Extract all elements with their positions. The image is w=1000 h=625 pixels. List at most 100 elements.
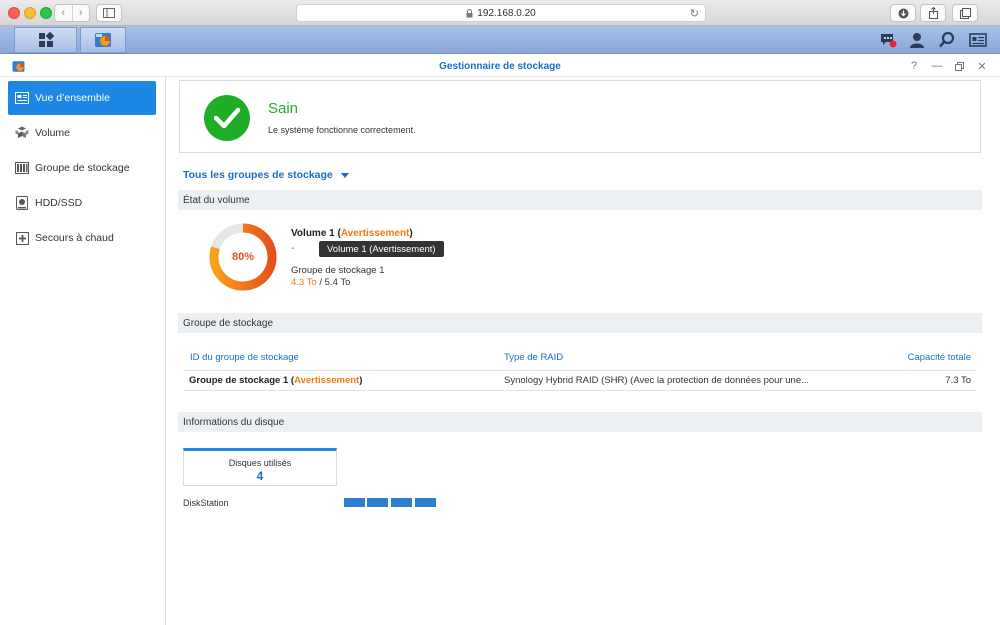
check-icon [204,95,250,141]
pool-selector-dropdown[interactable]: Tous les groupes de stockage [183,169,349,181]
sidebar-toggle-button[interactable] [96,4,122,22]
user-button[interactable] [907,30,927,50]
minimize-button[interactable]: — [930,59,944,73]
download-icon [898,8,908,18]
dsm-taskbar [0,26,1000,54]
main-menu-button[interactable] [14,27,77,53]
column-header-id[interactable]: ID du groupe de stockage [190,345,299,370]
used-disks-label: Disques utilisés [228,458,292,468]
nav-item-hdd-ssd[interactable]: HDD/SSD [8,186,156,220]
close-icon: ✕ [977,60,987,73]
pool-warning-status: Avertissement [294,375,360,386]
volume-capacity: 4.3 To / 5.4 To [291,277,351,288]
disk-slot[interactable] [391,498,412,507]
tabs-icon [959,7,971,19]
section-title: Informations du disque [183,416,285,428]
user-icon [910,33,924,48]
search-button[interactable] [937,30,957,50]
storage-manager-app-icon [95,33,111,47]
chevron-down-icon [340,172,349,178]
raid-type-cell: Synology Hybrid RAID (SHR) (Avec la prot… [504,375,810,386]
disk-slot[interactable] [344,498,365,507]
history-nav: ‹ › [54,4,90,22]
storage-pool-table: ID du groupe de stockage Type de RAID Ca… [183,345,977,391]
system-health-panel: Sain Le système fonctionne correctement. [179,80,981,153]
nav-label: Volume [35,127,71,139]
help-icon: ? [910,60,918,72]
table-header: ID du groupe de stockage Type de RAID Ca… [183,345,977,371]
search-icon [939,31,955,48]
storage-pool-icon [15,161,29,175]
downloads-button[interactable] [890,4,916,22]
disk-slot[interactable] [415,498,436,507]
help-button[interactable]: ? [907,59,921,73]
widgets-button[interactable] [968,30,988,50]
share-icon [928,7,938,19]
column-header-raid[interactable]: Type de RAID [504,345,563,370]
lock-icon [466,8,473,17]
window-zoom-button[interactable] [40,7,52,19]
restore-icon [954,61,964,71]
nav-item-volume[interactable]: Volume [8,116,156,150]
window-titlebar: Gestionnaire de stockage ? — ✕ [0,55,1000,77]
taskbar-storage-manager[interactable] [80,27,126,53]
nav-item-storage-pool[interactable]: Groupe de stockage [8,151,156,185]
nav-label: Secours à chaud [35,232,114,244]
health-status: Sain [268,100,299,117]
notifications-button[interactable] [878,30,898,50]
widgets-icon [969,33,987,47]
main-menu-icon [38,32,54,47]
nav-label: Vue d’ensemble [35,92,110,104]
nav-label: HDD/SSD [35,197,83,209]
url-text: 192.168.0.20 [477,7,536,19]
volume-tooltip: Volume 1 (Avertissement) [319,241,444,257]
volume-total: 5.4 To [324,277,351,288]
window-minimize-button[interactable] [24,7,36,19]
volume-name[interactable]: Volume 1 (Avertissement) [291,228,413,239]
table-row[interactable]: Groupe de stockage 1 (Avertissement) Syn… [183,371,977,391]
minimize-icon: — [931,60,943,72]
nav-item-hot-spare[interactable]: Secours à chaud [8,221,156,255]
used-disks-count: 4 [256,469,264,483]
chevron-right-icon: › [78,7,83,19]
hdd-icon [15,196,29,210]
notification-icon [881,34,897,48]
pool-selector-label: Tous les groupes de stockage [183,169,333,181]
volume-used: 4.3 To [291,277,317,288]
chevron-left-icon: ‹ [61,7,66,19]
section-header-volume-status: État du volume [178,190,982,210]
close-button[interactable]: ✕ [975,59,989,73]
used-disks-card: Disques utilisés 4 [183,448,337,486]
forward-button[interactable]: › [71,5,90,21]
disk-slot[interactable] [367,498,388,507]
section-title: Groupe de stockage [183,317,274,329]
section-header-disk-info: Informations du disque [178,412,982,432]
column-header-capacity[interactable]: Capacité totale [908,345,971,370]
share-button[interactable] [920,4,946,22]
tabs-overview-button[interactable] [952,4,978,22]
capacity-cell: 7.3 To [945,375,971,386]
back-button[interactable]: ‹ [55,5,72,21]
reload-icon[interactable]: ↻ [690,7,699,20]
volume-description: - [291,243,295,254]
window-close-button[interactable] [8,7,20,19]
diskstation-label: DiskStation [183,498,229,508]
address-bar[interactable]: 192.168.0.20 ↻ [296,4,706,22]
restore-button[interactable] [952,59,966,73]
nav-item-overview[interactable]: Vue d’ensemble [8,81,156,115]
main-content: Sain Le système fonctionne correctement.… [167,77,1000,625]
volume-warning-status: Avertissement [340,228,410,239]
nav-label: Groupe de stockage [35,162,130,174]
volume-pool-name: Groupe de stockage 1 [291,265,385,276]
left-navigation: Vue d’ensemble Volume Groupe de stockage… [0,77,166,625]
browser-toolbar: ‹ › 192.168.0.20 ↻ [0,0,1000,26]
usage-percent: 80% [231,251,255,263]
hot-spare-icon [15,231,29,245]
section-header-storage-pool: Groupe de stockage [178,313,982,333]
overview-icon [15,91,29,105]
health-message: Le système fonctionne correctement. [268,125,416,135]
section-title: État du volume [183,194,250,206]
sidebar-icon [103,8,115,18]
volume-icon [15,126,29,140]
pool-name-cell: Groupe de stockage 1 (Avertissement) [189,375,363,386]
